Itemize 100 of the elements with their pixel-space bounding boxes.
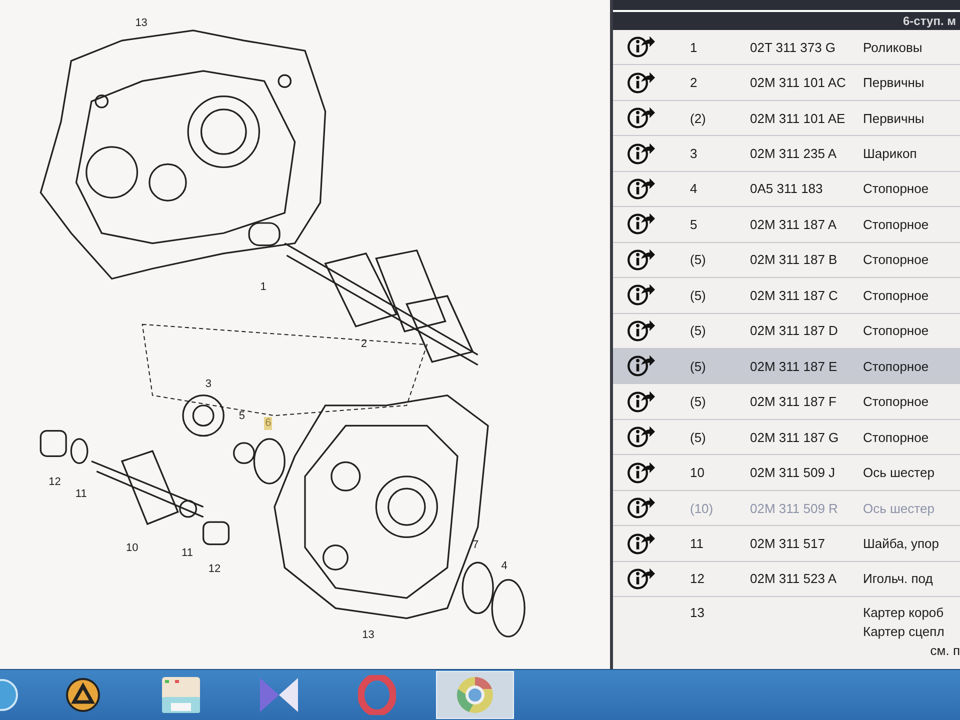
position-number: (2) [690, 110, 706, 126]
parts-row[interactable]: 4 0A5 311 183 Стопорное [613, 172, 960, 208]
parts-row[interactable]: 11 02M 311 517 Шайба, упор [613, 526, 960, 562]
printer-icon [159, 675, 203, 715]
parts-row[interactable]: (5) 02M 311 187 E Стопорное [613, 349, 960, 384]
part-name: Первичны [863, 75, 926, 90]
info-arrow-icon[interactable] [626, 318, 654, 343]
position-number: (5) [690, 252, 706, 268]
parts-row[interactable]: 13 Картер короб Картер сцепл см. п [613, 597, 960, 670]
part-number: 02M 311 187 F [750, 394, 836, 410]
callout-number: 10 [125, 542, 140, 555]
part-name: Первичны [863, 110, 926, 126]
position-number: (5) [690, 394, 706, 410]
position-number: 13 [690, 605, 704, 620]
part-name: Картер сцепл [863, 624, 946, 640]
part-name: Стопорное [863, 394, 930, 410]
parts-row[interactable]: (2) 02M 311 101 AE Первичны [613, 100, 960, 136]
parts-row[interactable]: (5) 02M 311 187 F Стопорное [613, 384, 960, 420]
info-arrow-icon[interactable] [626, 460, 654, 485]
part-number: 02M 311 101 AE [750, 110, 846, 126]
part-number: 02M 311 187 B [750, 252, 838, 268]
parts-row[interactable]: 1 02T 311 373 G Роликовы [613, 30, 960, 66]
part-number: 0A5 311 183 [750, 181, 823, 196]
info-arrow-icon[interactable] [626, 566, 654, 591]
position-number: 1 [690, 40, 698, 55]
parts-row[interactable]: (5) 02M 311 187 G Стопорное [613, 420, 960, 456]
part-number: 02M 311 101 AC [750, 75, 846, 90]
part-number: 02M 311 187 E [750, 358, 838, 374]
part-name: Игольч. под [863, 571, 934, 586]
position-number: 5 [690, 216, 698, 232]
part-name: Стопорное [863, 288, 930, 303]
position-number: 4 [690, 181, 698, 196]
callout-number: 5 [238, 410, 246, 424]
part-number: 02M 311 187 C [750, 288, 838, 303]
parts-row[interactable]: 5 02M 311 187 A Стопорное [613, 207, 960, 243]
position-number: 11 [690, 536, 704, 552]
part-number: 02M 311 187 G [750, 430, 839, 445]
part-number: 02M 311 517 [750, 536, 825, 552]
callout-number: 11 [74, 488, 88, 502]
part-name: Ось шестер [863, 465, 936, 480]
part-name: Стопорное [863, 358, 930, 374]
part-name: Роликовы [863, 40, 924, 55]
part-number: 02M 311 235 A [750, 146, 836, 162]
globe-icon [0, 678, 20, 712]
ring-icon [358, 675, 396, 715]
position-number: 2 [690, 75, 698, 90]
info-arrow-icon[interactable] [626, 212, 654, 236]
parts-row[interactable]: (5) 02M 311 187 B Стопорное [613, 242, 960, 278]
position-number: 10 [690, 465, 704, 480]
parts-row[interactable]: 3 02M 311 235 A Шарикоп [613, 136, 960, 172]
part-number: 02M 311 523 A [750, 571, 836, 586]
info-arrow-icon[interactable] [626, 354, 654, 378]
position-number: (5) [690, 358, 706, 374]
position-number: (5) [690, 288, 706, 303]
info-arrow-icon[interactable] [626, 248, 654, 272]
position-number: 12 [690, 571, 704, 586]
info-arrow-icon[interactable] [626, 106, 654, 130]
part-name: Стопорное [863, 252, 930, 268]
position-number: (10) [690, 500, 714, 516]
parts-row[interactable]: 12 02M 311 523 A Игольч. под [613, 562, 960, 598]
part-number: 02M 311 187 D [750, 323, 838, 338]
info-arrow-icon[interactable] [626, 390, 654, 414]
part-name: Картер короб [863, 605, 945, 620]
info-arrow-icon[interactable] [626, 532, 654, 556]
part-name: Стопорное [863, 323, 930, 338]
part-name: см. п [930, 643, 960, 658]
callout-number: 4 [500, 560, 508, 573]
info-arrow-icon[interactable] [626, 70, 654, 95]
position-number: (5) [690, 430, 706, 445]
part-number: 02M 311 187 A [750, 216, 836, 232]
parts-row[interactable]: (5) 02M 311 187 C Стопорное [613, 278, 960, 314]
callout-number: 3 [204, 378, 212, 391]
callout-number: 13 [134, 16, 148, 30]
part-number: 02M 311 509 J [750, 465, 836, 480]
callout-number: 12 [48, 476, 62, 490]
info-arrow-icon[interactable] [626, 176, 654, 201]
part-name: Стопорное [863, 216, 930, 232]
parts-row[interactable]: 10 02M 311 509 J Ось шестер [613, 455, 960, 491]
info-arrow-icon[interactable] [626, 425, 654, 450]
part-name: Шайба, упор [863, 536, 940, 552]
part-number: 02T 311 373 G [750, 40, 836, 55]
column-header: 6-ступ. м [903, 14, 956, 28]
info-arrow-icon[interactable] [626, 142, 654, 166]
callout-number: 6 [264, 416, 272, 430]
position-number: 3 [690, 146, 698, 162]
part-name: Шарикоп [863, 146, 918, 162]
info-arrow-icon[interactable] [626, 283, 654, 308]
parts-row[interactable]: 2 02M 311 101 AC Первичны [613, 65, 960, 101]
part-name: Стопорное [863, 430, 930, 445]
callout-number: 7 [472, 538, 480, 552]
triangle-circle-icon [65, 677, 101, 713]
callout-number: 12 [207, 563, 222, 576]
part-name: Стопорное [863, 181, 930, 196]
bowtie-icon [258, 676, 300, 714]
info-arrow-icon[interactable] [626, 35, 654, 60]
callout-number: 11 [180, 547, 194, 560]
part-name: Ось шестер [863, 500, 936, 516]
browser-icon [455, 675, 495, 715]
callout-number: 13 [361, 628, 376, 642]
part-number: 02M 311 509 R [750, 500, 838, 516]
